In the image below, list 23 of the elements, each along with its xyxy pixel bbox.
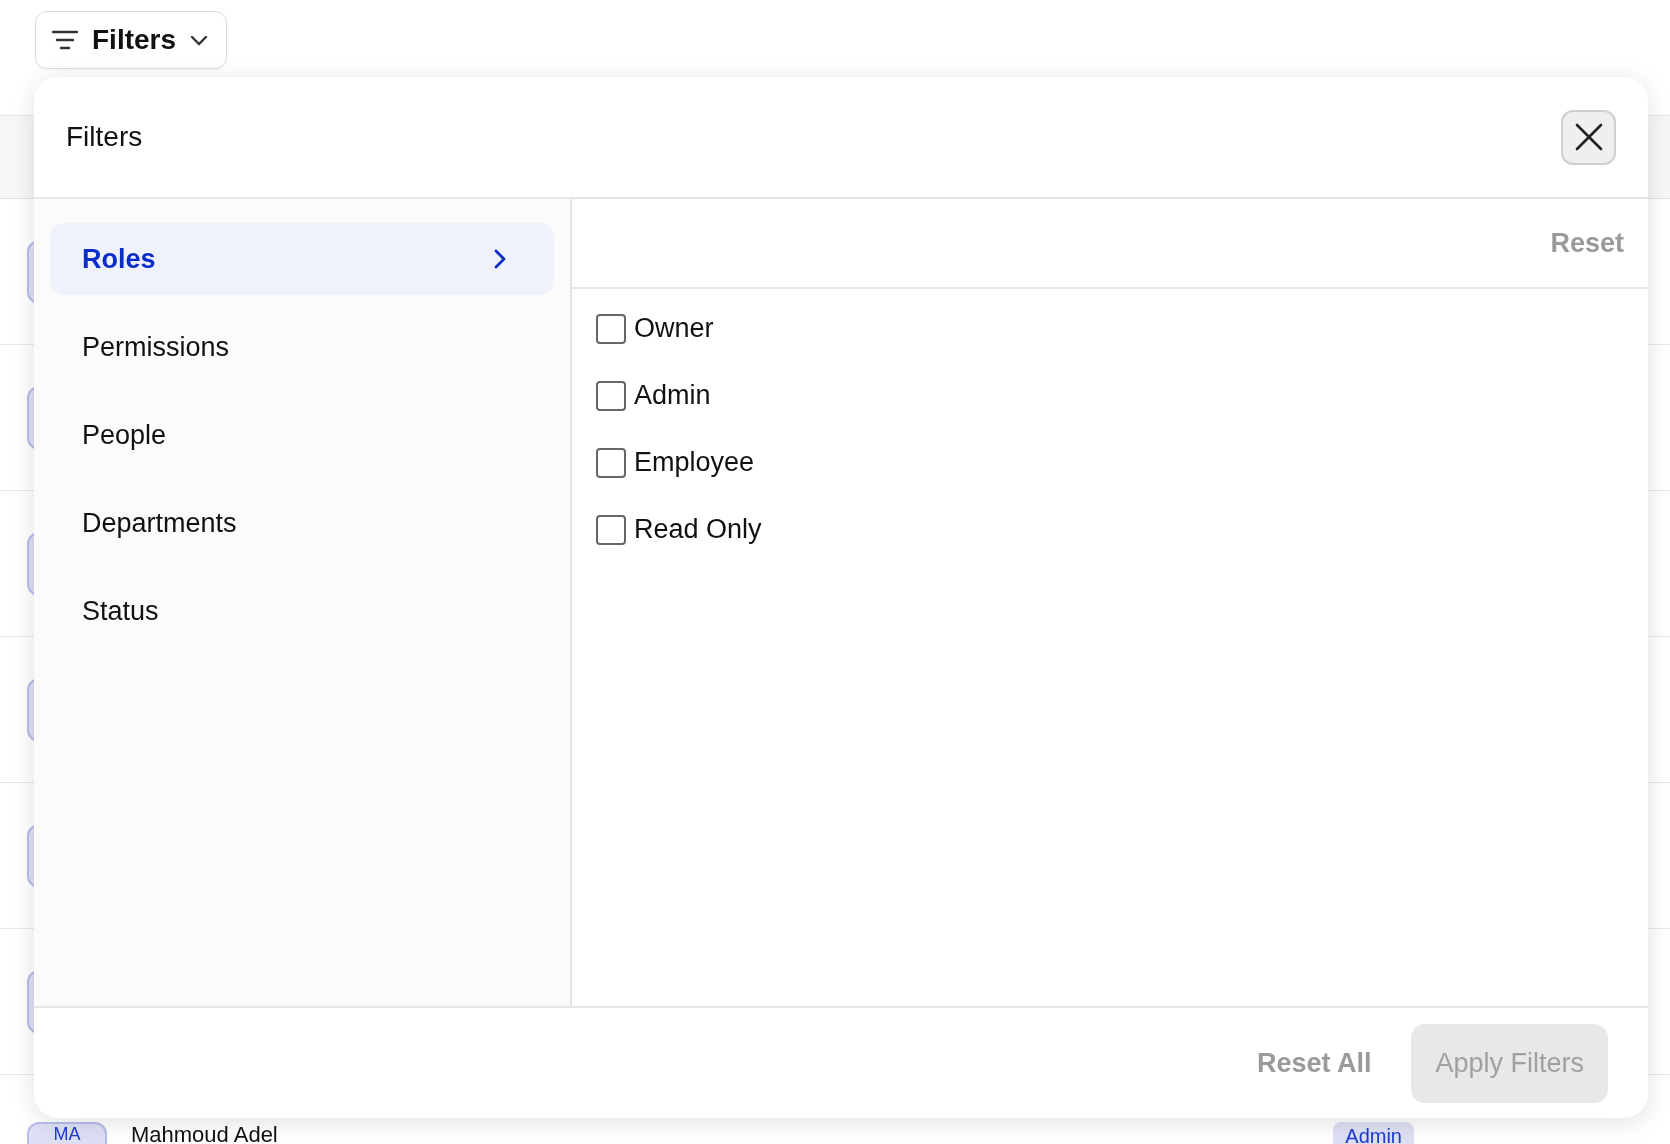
chevron-down-icon (190, 34, 209, 46)
filter-category[interactable]: People (50, 399, 554, 471)
filter-category[interactable]: Status (50, 575, 554, 647)
checkbox-label: Owner (634, 313, 714, 344)
checkbox[interactable] (596, 380, 626, 411)
checkbox[interactable] (596, 514, 626, 545)
checkbox-label: Employee (634, 447, 755, 478)
chevron-right-icon (494, 249, 506, 269)
checkbox[interactable] (596, 447, 626, 478)
checkbox-label: Admin (634, 380, 711, 411)
close-icon (1574, 123, 1603, 151)
avatar: MA (27, 1122, 107, 1144)
filter-button[interactable]: Filters (35, 11, 228, 69)
filter-category[interactable]: Departments (50, 487, 554, 559)
checkbox-label: Read Only (634, 514, 762, 545)
close-button[interactable] (1561, 109, 1616, 165)
filter-icon (52, 30, 78, 50)
filter-category[interactable]: Roles (50, 223, 554, 295)
dialog-title: Filters (66, 121, 143, 153)
person-name: Mahmoud Adel (131, 1124, 279, 1144)
checkbox[interactable] (596, 313, 626, 344)
role-badge: Admin (1333, 1122, 1414, 1144)
filter-category[interactable]: Permissions (50, 311, 554, 383)
